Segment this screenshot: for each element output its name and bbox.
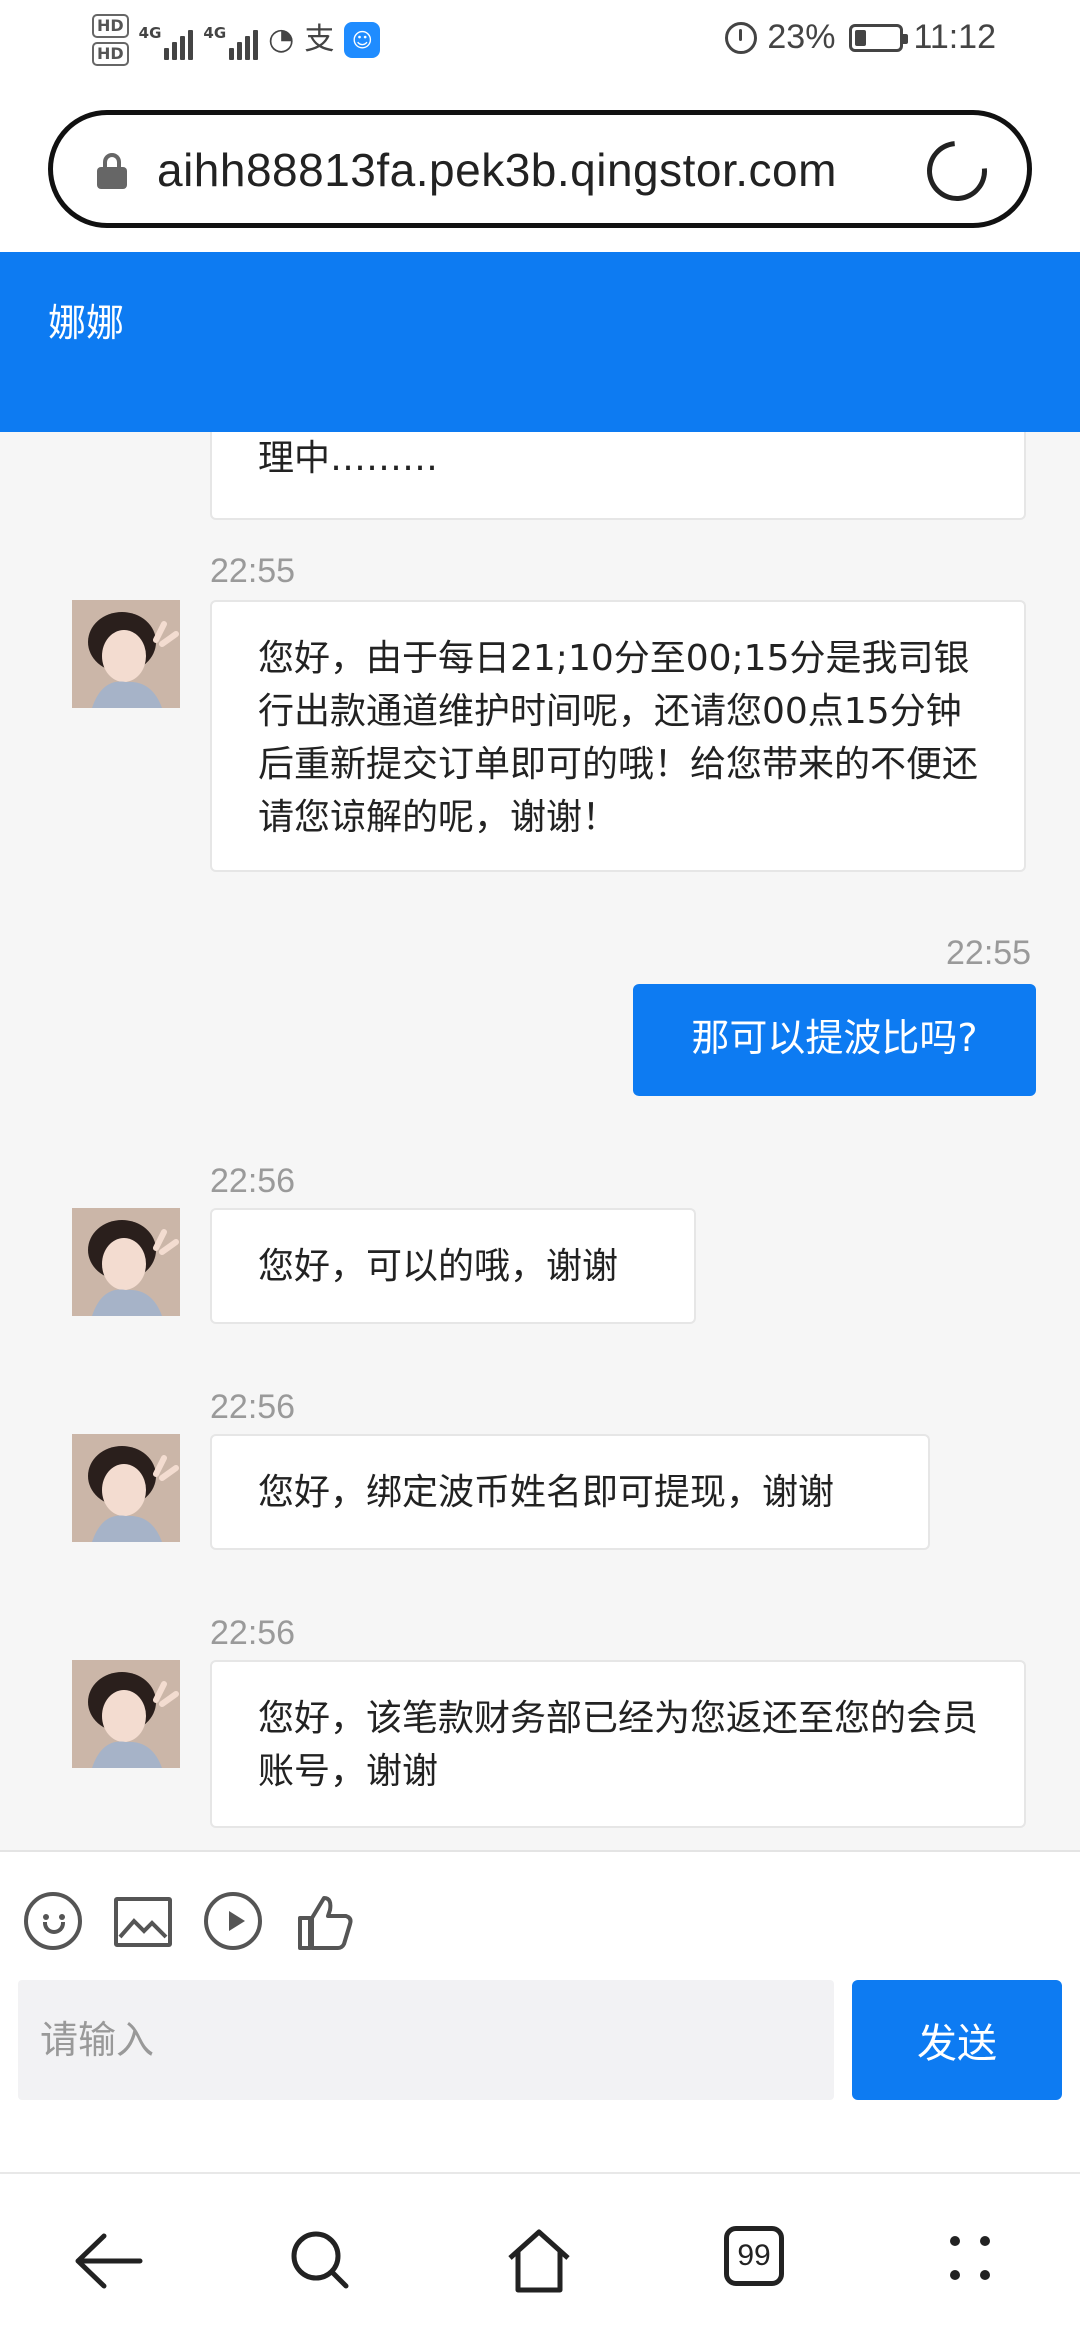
- url-text[interactable]: aihh88813fa.pek3b.qingstor.com: [157, 143, 837, 197]
- signal-icon-2: 4G: [203, 20, 259, 60]
- avatar: [72, 1434, 180, 1542]
- video-icon[interactable]: [204, 1892, 264, 1952]
- hd-badge-2: HD: [92, 42, 129, 66]
- hd-indicators: HD HD: [92, 14, 129, 66]
- avatar: [72, 1660, 180, 1768]
- search-icon[interactable]: [286, 2226, 356, 2296]
- message-bubble: 您好，可以的哦，谢谢: [210, 1208, 696, 1324]
- lock-icon: [97, 153, 127, 189]
- network-type-2: 4G: [203, 24, 227, 42]
- message-time: 22:56: [210, 1614, 296, 1652]
- hd-badge-1: HD: [92, 14, 129, 38]
- message-text: 那可以提波比吗?: [691, 1016, 978, 1060]
- contact-name: 娜娜: [48, 301, 125, 345]
- signal-icon: 4G: [139, 20, 194, 60]
- thumbs-up-icon[interactable]: [294, 1892, 354, 1952]
- send-button[interactable]: 发送: [852, 1980, 1062, 2100]
- tabs-icon[interactable]: 99: [724, 2226, 794, 2296]
- network-type-1: 4G: [138, 24, 162, 42]
- message-bubble-clipped: 理中………: [210, 432, 1026, 520]
- back-icon[interactable]: [74, 2226, 144, 2296]
- avatar: [72, 600, 180, 708]
- image-icon[interactable]: [114, 1892, 174, 1952]
- message-time: 22:55: [210, 552, 296, 590]
- chat-app-icon: ☺: [344, 22, 381, 58]
- status-bar: HD HD 4G 4G ◔ 支 ☺ 23% 11:12: [0, 0, 1080, 92]
- message-bubble-sent: 那可以提波比吗?: [633, 984, 1036, 1096]
- message-bubble: 您好，该笔款财务部已经为您返还至您的会员账号，谢谢: [210, 1660, 1026, 1828]
- message-input-box[interactable]: [18, 1980, 834, 2100]
- message-text: 您好，可以的哦，谢谢: [258, 1246, 619, 1287]
- message-text: 您好，绑定波币姓名即可提现，谢谢: [258, 1472, 835, 1513]
- message-bubble: 您好，绑定波币姓名即可提现，谢谢: [210, 1434, 930, 1550]
- alarm-icon: [725, 21, 758, 54]
- chat-area[interactable]: 理中……… 22:55 您好，由于每日21;10分至00;15分是我司银行出款通…: [0, 432, 1080, 1850]
- message-time: 22:55: [946, 934, 1032, 972]
- message-input[interactable]: [18, 1980, 834, 2100]
- emoji-icon[interactable]: [24, 1892, 84, 1952]
- alipay-icon: 支: [304, 22, 335, 57]
- address-bar[interactable]: aihh88813fa.pek3b.qingstor.com: [48, 110, 1032, 228]
- message-bubble: 您好，由于每日21;10分至00;15分是我司银行出款通道维护时间呢，还请您00…: [210, 600, 1026, 872]
- battery-icon: [849, 23, 909, 52]
- message-time: 22:56: [210, 1388, 296, 1426]
- more-icon[interactable]: [940, 2226, 1010, 2296]
- app-notification-icon: ◔: [268, 22, 295, 57]
- clock: 11:12: [913, 18, 996, 56]
- reload-icon[interactable]: [914, 128, 1000, 214]
- message-text: 您好，该笔款财务部已经为您返还至您的会员账号，谢谢: [258, 1698, 979, 1792]
- home-icon[interactable]: [504, 2226, 574, 2296]
- message-time: 22:56: [210, 1162, 296, 1200]
- tabs-count: 99: [724, 2226, 784, 2286]
- status-left: HD HD 4G 4G ◔ 支 ☺: [92, 14, 381, 66]
- message-text: 理中………: [258, 438, 439, 479]
- composer-toolbar: 发送: [0, 1850, 1080, 2180]
- browser-nav-bar: 99: [0, 2172, 1080, 2340]
- battery-percent: 23%: [767, 18, 836, 56]
- message-text: 您好，由于每日21;10分至00;15分是我司银行出款通道维护时间呢，还请您00…: [258, 638, 979, 838]
- status-right: 23% 11:12: [725, 18, 996, 57]
- avatar: [72, 1208, 180, 1316]
- chat-header: 娜娜: [0, 252, 1080, 432]
